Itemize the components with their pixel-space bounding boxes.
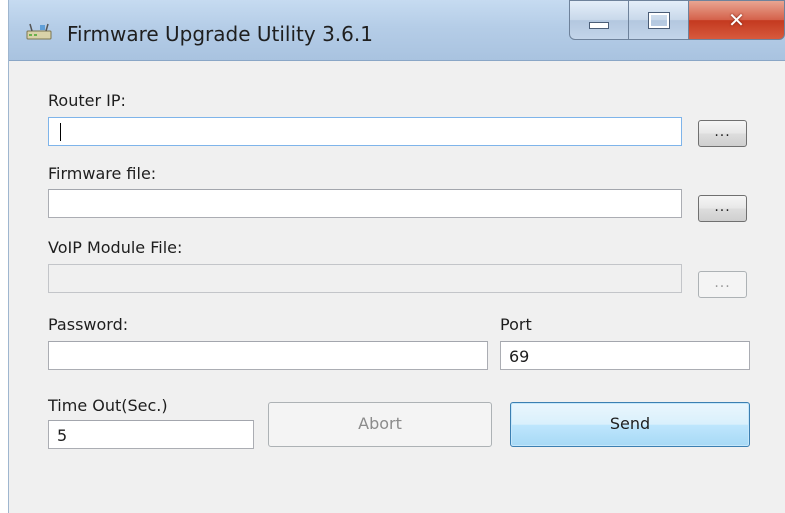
port-value: 69 [509,347,530,366]
timeout-input[interactable]: 5 [48,420,254,449]
router-ip-label: Router IP: [48,91,126,110]
voip-module-browse-button[interactable]: ... [698,271,747,298]
text-caret [60,123,61,141]
maximize-button[interactable] [629,0,689,40]
port-input[interactable]: 69 [500,341,750,370]
firmware-file-browse-button[interactable]: ... [698,195,747,222]
abort-button[interactable]: Abort [268,402,492,447]
password-input[interactable] [48,341,488,370]
close-button[interactable]: ✕ [689,0,785,40]
router-app-icon [26,22,52,42]
minimize-button[interactable] [569,0,629,40]
app-window: Firmware Upgrade Utility 3.6.1 ✕ Router … [8,0,785,513]
firmware-file-label: Firmware file: [48,164,157,183]
password-label: Password: [48,315,129,334]
minimize-icon [589,21,609,29]
router-ip-browse-button[interactable]: ... [698,120,747,147]
router-ip-input[interactable] [48,117,682,146]
form-panel: Router IP: ... Firmware file: ... VoIP M… [9,61,785,513]
caption-buttons: ✕ [569,0,785,42]
firmware-file-input[interactable] [48,189,682,218]
window-title: Firmware Upgrade Utility 3.6.1 [67,22,373,46]
timeout-label: Time Out(Sec.) [48,396,168,415]
close-icon: ✕ [728,8,745,32]
timeout-value: 5 [57,426,68,445]
send-button[interactable]: Send [510,402,750,447]
maximize-icon [647,11,670,29]
voip-module-file-input[interactable] [48,264,682,293]
title-bar[interactable]: Firmware Upgrade Utility 3.6.1 ✕ [9,0,785,61]
voip-module-file-label: VoIP Module File: [48,238,183,257]
port-label: Port [500,315,532,334]
